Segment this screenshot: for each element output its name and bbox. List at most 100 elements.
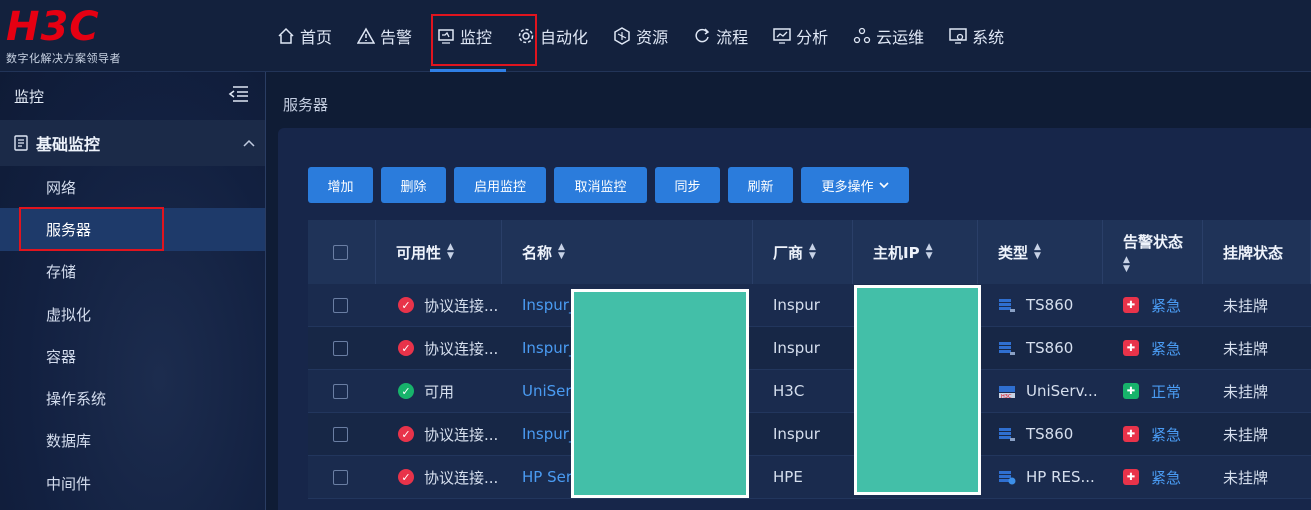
brand-logo[interactable]: H3C 数字化解决方案领导者 bbox=[6, 6, 146, 66]
table-row[interactable]: ✓ 协议连接... HP Ser HPE HP RES... ✚ 紧急 未挂牌 bbox=[308, 456, 1311, 499]
header-select-all[interactable] bbox=[308, 220, 376, 284]
type-text: TS860 bbox=[1026, 296, 1074, 314]
nav-item-monitor[interactable]: 监控 bbox=[428, 0, 507, 72]
sidebar-item-network[interactable]: 网络 bbox=[0, 166, 265, 208]
sort-icon[interactable]: ▲ ▼ bbox=[926, 243, 933, 261]
cell-alarm: ✚ 紧急 bbox=[1103, 284, 1203, 326]
type-text: TS860 bbox=[1026, 425, 1074, 443]
alarm-status-link[interactable]: 紧急 bbox=[1151, 424, 1181, 445]
alarm-level-icon: ✚ bbox=[1123, 383, 1139, 399]
alarm-status-link[interactable]: 紧急 bbox=[1151, 295, 1181, 316]
tag-status-text: 未挂牌 bbox=[1223, 425, 1269, 444]
sidebar-group-label: 基础监控 bbox=[36, 135, 101, 154]
cell-type: TS860 bbox=[978, 327, 1103, 369]
add-button[interactable]: 增加 bbox=[308, 167, 373, 203]
row-select[interactable] bbox=[308, 413, 376, 455]
cell-tag: 未挂牌 bbox=[1203, 456, 1311, 498]
row-select[interactable] bbox=[308, 327, 376, 369]
cell-availability: ✓ 协议连接... bbox=[376, 284, 502, 326]
more-actions-button[interactable]: 更多操作 bbox=[801, 167, 909, 203]
sidebar-item-container[interactable]: 容器 bbox=[0, 335, 265, 377]
sort-icon[interactable]: ▲ ▼ bbox=[809, 243, 816, 261]
vendor-text: HPE bbox=[773, 468, 803, 486]
sort-icon[interactable]: ▲ ▼ bbox=[558, 243, 565, 261]
table-row[interactable]: ✓ 可用 UniSer H3C H3C UniServ... ✚ 正常 未挂牌 bbox=[308, 370, 1311, 413]
collapse-menu-icon[interactable] bbox=[227, 85, 249, 107]
alarm-status-link[interactable]: 紧急 bbox=[1151, 338, 1181, 359]
redaction-mask-ip bbox=[854, 285, 981, 495]
check-red-icon: ✓ bbox=[398, 426, 414, 442]
row-checkbox[interactable] bbox=[333, 383, 348, 399]
cancel-monitor-button[interactable]: 取消监控 bbox=[554, 167, 647, 203]
nav-label: 云运维 bbox=[876, 28, 925, 47]
row-checkbox[interactable] bbox=[333, 340, 348, 356]
sidebar-title: 监控 bbox=[14, 87, 45, 106]
nav-item-home[interactable]: 首页 bbox=[268, 0, 340, 72]
alarm-status-link[interactable]: 紧急 bbox=[1151, 467, 1181, 488]
svg-text:H3C: H3C bbox=[1001, 394, 1012, 399]
server-name-link[interactable]: Inspur_ bbox=[522, 425, 576, 443]
server-name-link[interactable]: UniSer bbox=[522, 382, 572, 400]
row-checkbox[interactable] bbox=[333, 297, 348, 313]
sidebar-item-storage[interactable]: 存储 bbox=[0, 251, 265, 293]
table-row[interactable]: ✓ 协议连接... Inspur_ Inspur TS860 ✚ 紧急 未挂牌 bbox=[308, 327, 1311, 370]
table-row[interactable]: ✓ 协议连接... Inspur_ Inspur TS860 ✚ 紧急 未挂牌 bbox=[308, 413, 1311, 456]
nav-item-cloud-ops[interactable]: 云运维 bbox=[844, 0, 932, 72]
header-vendor[interactable]: 厂商 ▲ ▼ bbox=[753, 220, 853, 284]
alarm-level-icon: ✚ bbox=[1123, 340, 1139, 356]
server-type-icon bbox=[998, 297, 1016, 313]
tag-status-text: 未挂牌 bbox=[1223, 382, 1269, 401]
cell-tag: 未挂牌 bbox=[1203, 327, 1311, 369]
sort-icon[interactable]: ▲ ▼ bbox=[1034, 243, 1041, 261]
nav-item-resource[interactable]: 资源 bbox=[604, 0, 676, 72]
refresh-button[interactable]: 刷新 bbox=[728, 167, 793, 203]
row-checkbox[interactable] bbox=[333, 426, 348, 442]
analytics-icon bbox=[772, 26, 792, 46]
server-type-icon: H3C bbox=[998, 383, 1016, 400]
delete-button[interactable]: 删除 bbox=[381, 167, 446, 203]
server-name-link[interactable]: HP Ser bbox=[522, 468, 572, 486]
server-type-icon bbox=[998, 426, 1016, 442]
availability-text: 协议连接... bbox=[424, 296, 499, 315]
nav-item-automation[interactable]: 自动化 bbox=[508, 0, 596, 72]
sidebar-item-middleware[interactable]: 中间件 bbox=[0, 462, 265, 504]
header-alarm[interactable]: 告警状态 ▲ ▼ bbox=[1103, 220, 1203, 284]
cell-vendor: H3C bbox=[753, 370, 853, 412]
row-select[interactable] bbox=[308, 284, 376, 326]
nav-item-process[interactable]: 流程 bbox=[684, 0, 756, 72]
select-all-checkbox[interactable] bbox=[333, 244, 348, 260]
header-host-ip[interactable]: 主机IP ▲ ▼ bbox=[853, 220, 978, 284]
sidebar-item-os[interactable]: 操作系统 bbox=[0, 377, 265, 419]
check-red-icon: ✓ bbox=[398, 340, 414, 356]
server-table: 可用性 ▲ ▼ 名称 ▲ ▼ 厂商 ▲ ▼ 主机IP ▲ ▼ 类型 ▲ ▼ 告警状态 ▲ ▼… bbox=[308, 220, 1311, 499]
row-checkbox[interactable] bbox=[333, 469, 348, 485]
row-select[interactable] bbox=[308, 370, 376, 412]
header-type[interactable]: 类型 ▲ ▼ bbox=[978, 220, 1103, 284]
nav-item-system[interactable]: 系统 bbox=[940, 0, 1012, 72]
nav-item-alarm[interactable]: 告警 bbox=[348, 0, 420, 72]
enable-monitor-button[interactable]: 启用监控 bbox=[454, 167, 546, 203]
cell-tag: 未挂牌 bbox=[1203, 413, 1311, 455]
sidebar-group-basic-monitor[interactable]: 基础监控 bbox=[0, 120, 265, 166]
vendor-text: Inspur bbox=[773, 339, 820, 357]
nav-label: 告警 bbox=[380, 28, 413, 47]
sidebar-item-database[interactable]: 数据库 bbox=[0, 420, 265, 462]
sort-icon[interactable]: ▲ ▼ bbox=[1123, 255, 1130, 274]
tag-status-text: 未挂牌 bbox=[1223, 296, 1269, 315]
header-name[interactable]: 名称 ▲ ▼ bbox=[502, 220, 753, 284]
sync-button[interactable]: 同步 bbox=[655, 167, 720, 203]
sidebar-item-server[interactable]: 服务器 bbox=[0, 208, 265, 251]
nav-item-analytics[interactable]: 分析 bbox=[764, 0, 836, 72]
alarm-status-link[interactable]: 正常 bbox=[1151, 381, 1181, 402]
row-select[interactable] bbox=[308, 456, 376, 498]
availability-text: 协议连接... bbox=[424, 425, 499, 444]
check-red-icon: ✓ bbox=[398, 297, 414, 313]
sidebar-item-virtualization[interactable]: 虚拟化 bbox=[0, 293, 265, 335]
cell-type: TS860 bbox=[978, 284, 1103, 326]
cell-vendor: Inspur bbox=[753, 413, 853, 455]
table-row[interactable]: ✓ 协议连接... Inspur_ Inspur TS860 ✚ 紧急 未挂牌 bbox=[308, 284, 1311, 327]
header-availability[interactable]: 可用性 ▲ ▼ bbox=[376, 220, 502, 284]
server-name-link[interactable]: Inspur_ bbox=[522, 339, 576, 357]
server-name-link[interactable]: Inspur_ bbox=[522, 296, 576, 314]
sort-icon[interactable]: ▲ ▼ bbox=[447, 243, 454, 261]
